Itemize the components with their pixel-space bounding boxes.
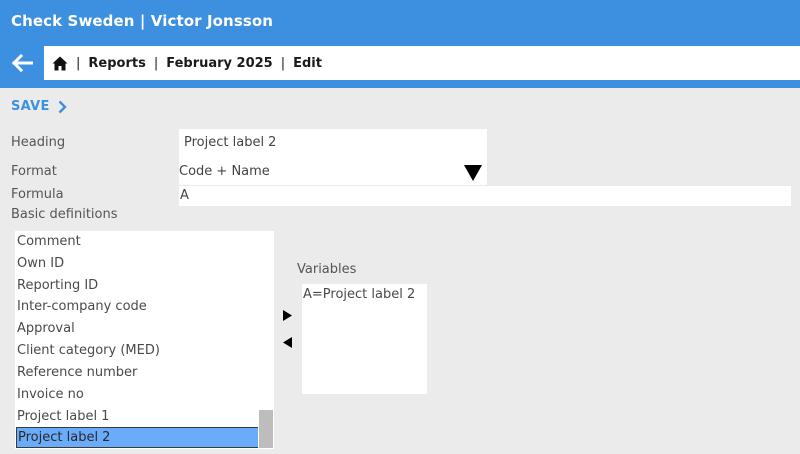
formula-input[interactable] <box>179 186 791 206</box>
breadcrumb-separator: | <box>280 55 286 71</box>
remove-variable-button[interactable] <box>281 336 293 348</box>
breadcrumb-period[interactable]: February 2025 <box>166 56 273 71</box>
list-item[interactable]: Reporting ID <box>16 275 259 296</box>
chevron-right-icon <box>58 100 67 113</box>
save-label: SAVE <box>11 99 50 114</box>
basic-definitions-label: Basic definitions <box>11 207 118 222</box>
variable-item[interactable]: A=Project label 2 <box>302 284 427 306</box>
formula-label: Formula <box>11 187 64 202</box>
heading-input[interactable] <box>179 129 487 157</box>
list-item-selected[interactable]: Project label 2 <box>16 427 259 448</box>
back-button[interactable] <box>0 46 44 80</box>
breadcrumb: | Reports | February 2025 | Edit <box>44 46 800 80</box>
top-bar: Check Sweden | Victor Jonsson | Reports … <box>0 0 800 88</box>
list-item[interactable]: Comment <box>16 231 259 252</box>
home-button[interactable] <box>52 56 68 71</box>
list-item[interactable]: Client category (MED) <box>16 340 259 361</box>
triangle-right-icon <box>282 309 292 321</box>
list-item[interactable]: Reference number <box>16 362 259 383</box>
triangle-down-icon <box>464 165 482 181</box>
arrow-left-icon <box>11 54 33 72</box>
format-value: Code + Name <box>179 164 270 179</box>
heading-label: Heading <box>11 135 66 150</box>
breadcrumb-reports[interactable]: Reports <box>88 56 145 71</box>
breadcrumb-edit: Edit <box>293 55 322 71</box>
breadcrumb-separator: | <box>76 55 81 71</box>
app-title: Check Sweden | Victor Jonsson <box>11 12 274 30</box>
list-item[interactable]: Invoice no <box>16 384 259 405</box>
variables-list[interactable]: A=Project label 2 <box>302 284 427 394</box>
list-item[interactable]: Inter-company code <box>16 296 259 317</box>
format-select[interactable]: Code + Name <box>179 157 487 185</box>
list-scrollbar-thumb[interactable] <box>259 410 273 448</box>
home-icon <box>52 56 68 70</box>
list-item[interactable]: Own ID <box>16 253 259 274</box>
add-variable-button[interactable] <box>281 309 293 321</box>
triangle-left-icon <box>282 336 292 348</box>
list-item[interactable]: Project label 1 <box>16 406 259 427</box>
breadcrumb-separator: | <box>153 55 159 71</box>
save-button[interactable]: SAVE <box>11 99 67 114</box>
list-item[interactable]: Approval <box>16 318 259 339</box>
format-label: Format <box>11 164 57 179</box>
basic-definitions-list[interactable]: Comment Own ID Reporting ID Inter-compan… <box>15 231 274 449</box>
variables-label: Variables <box>297 262 357 277</box>
